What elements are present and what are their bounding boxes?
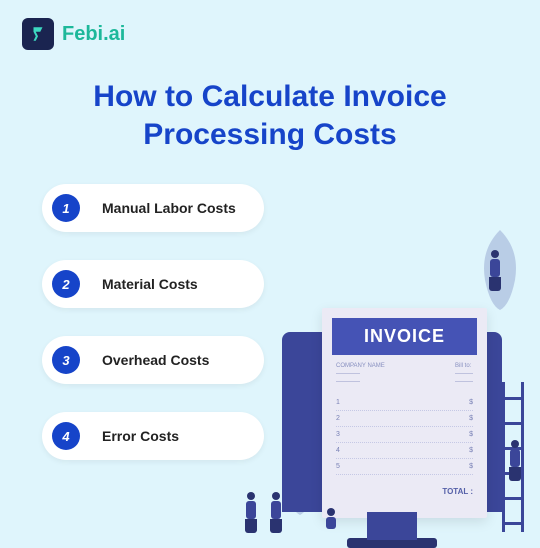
person-standing xyxy=(267,492,285,532)
cost-list: 1 Manual Labor Costs 2 Material Costs 3 … xyxy=(42,184,264,460)
item-number: 3 xyxy=(52,346,80,374)
item-number: 1 xyxy=(52,194,80,222)
invoice-document: INVOICE COMPANY NAME ―――――――― Bill to: ―… xyxy=(322,308,487,518)
person-standing xyxy=(242,492,260,532)
person-telescope xyxy=(506,440,524,480)
item-label: Manual Labor Costs xyxy=(102,200,236,216)
invoice-meta: COMPANY NAME ―――――――― Bill to: ―――――― xyxy=(322,355,487,389)
item-label: Overhead Costs xyxy=(102,352,209,368)
bill-to-label: Bill to: xyxy=(455,363,473,369)
item-number: 4 xyxy=(52,422,80,450)
invoice-row: 5$ xyxy=(336,459,473,475)
list-item: 2 Material Costs xyxy=(42,260,264,308)
item-number: 2 xyxy=(52,270,80,298)
item-label: Material Costs xyxy=(102,276,198,292)
item-label: Error Costs xyxy=(102,428,179,444)
invoice-row: 4$ xyxy=(336,443,473,459)
invoice-header: INVOICE xyxy=(332,318,477,355)
person-sitting-laptop xyxy=(322,508,340,536)
list-item: 1 Manual Labor Costs xyxy=(42,184,264,232)
invoice-total: TOTAL : xyxy=(322,481,487,496)
brand-name: Febi.ai xyxy=(62,23,125,46)
list-item: 4 Error Costs xyxy=(42,412,264,460)
person-sitting xyxy=(486,250,504,290)
illustration: INVOICE COMPANY NAME ―――――――― Bill to: ―… xyxy=(262,260,522,540)
invoice-row: 1$ xyxy=(336,395,473,411)
brand-logo: Febi.ai xyxy=(22,18,125,50)
list-item: 3 Overhead Costs xyxy=(42,336,264,384)
invoice-rows: 1$ 2$ 3$ 4$ 5$ xyxy=(322,389,487,481)
invoice-row: 2$ xyxy=(336,411,473,427)
page-title: How to Calculate Invoice Processing Cost… xyxy=(0,78,540,153)
invoice-row: 3$ xyxy=(336,427,473,443)
monitor: INVOICE COMPANY NAME ―――――――― Bill to: ―… xyxy=(282,332,502,512)
logo-icon xyxy=(22,18,54,50)
company-label: COMPANY NAME xyxy=(336,363,385,369)
